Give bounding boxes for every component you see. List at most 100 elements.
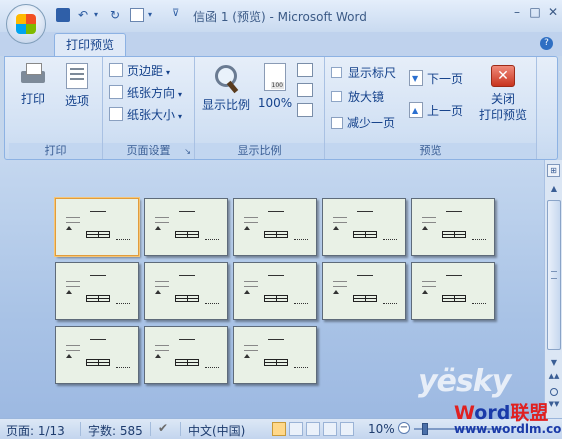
page-heading-line	[357, 275, 373, 276]
paper-size-button[interactable]: 纸张大小 ▾	[109, 105, 182, 125]
page-thumbnail[interactable]	[144, 198, 228, 256]
page-heading-line	[179, 339, 195, 340]
page-100-icon	[264, 63, 286, 91]
page-thumbnail[interactable]	[411, 262, 495, 320]
chevron-down-icon: ▾	[166, 68, 171, 77]
full-screen-reading-view-icon[interactable]	[289, 422, 303, 436]
page-thumbnail[interactable]	[144, 326, 228, 384]
previous-page-button[interactable]: ▲ 上一页	[409, 101, 463, 121]
page-thumbnail[interactable]	[144, 262, 228, 320]
page-thumbnail[interactable]	[233, 262, 317, 320]
shrink-one-page-button[interactable]: 减少一页	[331, 113, 395, 133]
tab-print-preview[interactable]: 打印预览	[54, 33, 126, 57]
maximize-button[interactable]: □	[526, 5, 544, 21]
two-pages-icon[interactable]	[297, 83, 313, 97]
page-table	[86, 295, 110, 302]
zoom-slider-handle[interactable]	[422, 423, 428, 435]
page-thumbnail[interactable]	[322, 198, 406, 256]
page-footer-line	[294, 303, 308, 304]
page-text-block	[422, 281, 436, 287]
page-table	[264, 359, 288, 366]
outline-view-icon[interactable]	[323, 422, 337, 436]
next-page-button[interactable]: ▼ 下一页	[409, 69, 463, 89]
page-width-icon[interactable]	[297, 103, 313, 117]
select-browse-object-icon[interactable]	[550, 388, 558, 396]
one-page-icon[interactable]	[297, 63, 313, 77]
page-thumbnail[interactable]	[411, 198, 495, 256]
office-button[interactable]	[6, 4, 46, 44]
close-label-line1: 关闭	[490, 92, 515, 106]
next-page-icon[interactable]: ▼▼	[547, 400, 561, 412]
page-text-block	[66, 345, 80, 351]
next-page-icon: ▼	[409, 70, 423, 86]
minimize-button[interactable]: –	[508, 5, 526, 21]
page-setup-launcher-icon[interactable]: ↘	[184, 147, 191, 156]
page-thumbnail[interactable]	[233, 326, 317, 384]
page-heading-line	[268, 275, 284, 276]
page-table	[86, 359, 110, 366]
print-preview-icon[interactable]	[130, 8, 144, 22]
options-button[interactable]: 选项	[59, 63, 95, 109]
close-button[interactable]: ✕	[544, 5, 562, 21]
page-indicator[interactable]: 页面: 1/13	[6, 422, 65, 439]
help-icon[interactable]: ?	[540, 37, 553, 50]
scroll-down-arrow[interactable]: ▼	[547, 356, 561, 370]
zoom-100-button[interactable]: 100%	[257, 63, 293, 111]
orientation-button[interactable]: 纸张方向 ▾	[109, 83, 182, 103]
customize-qat-icon[interactable]: ⊽	[172, 8, 179, 24]
page-text-block	[244, 345, 258, 351]
options-icon	[66, 63, 88, 89]
scroll-thumb[interactable]	[547, 200, 561, 350]
page-footer-line	[294, 367, 308, 368]
page-thumbnail[interactable]	[55, 326, 139, 384]
draft-view-icon[interactable]	[340, 422, 354, 436]
page-mark	[422, 226, 428, 230]
redo-icon[interactable]: ↻	[110, 8, 120, 24]
page-mark	[333, 290, 339, 294]
margins-button[interactable]: 页边距 ▾	[109, 61, 170, 81]
page-thumbnail[interactable]	[233, 198, 317, 256]
zoom-button[interactable]: 显示比例	[201, 63, 251, 113]
show-ruler-checkbox[interactable]: 显示标尺	[331, 63, 396, 83]
language-indicator[interactable]: 中文(中国)	[188, 422, 245, 439]
page-thumbnail[interactable]	[322, 262, 406, 320]
page-thumbnail[interactable]	[55, 262, 139, 320]
scroll-up-arrow[interactable]: ▲	[547, 182, 561, 196]
zoom-level[interactable]: 10%	[368, 422, 395, 436]
preview-document-area[interactable]	[0, 160, 544, 418]
print-button[interactable]: 打印	[15, 63, 51, 107]
print-layout-view-icon[interactable]	[272, 422, 286, 436]
previous-page-icon[interactable]: ▲▲	[547, 372, 561, 384]
page-mark	[66, 354, 72, 358]
page-mark	[333, 226, 339, 230]
page-heading-line	[90, 339, 106, 340]
page-heading-line	[446, 211, 462, 212]
page-table	[442, 295, 466, 302]
magnifier-checkbox[interactable]: 放大镜	[331, 87, 384, 107]
page-heading-line	[179, 211, 195, 212]
proofing-icon[interactable]: ✔	[158, 421, 174, 435]
magnifier-icon	[213, 63, 239, 93]
page-text-block	[66, 281, 80, 287]
zoom-out-icon[interactable]: −	[398, 422, 410, 434]
close-print-preview-button[interactable]: ✕ 关闭 打印预览	[475, 65, 531, 123]
page-mark	[244, 226, 250, 230]
options-label: 选项	[64, 94, 89, 108]
shrink-one-page-label: 减少一页	[347, 116, 396, 130]
vertical-scrollbar[interactable]: ⊞ ▲ ▼ ▲▲ ▼▼	[544, 160, 562, 418]
page-table	[175, 295, 199, 302]
page-heading-line	[90, 211, 106, 212]
page-thumbnail[interactable]	[55, 198, 139, 256]
print-dropdown-icon[interactable]: ▾	[148, 10, 152, 26]
window-title: 信函 1 (预览) - Microsoft Word	[193, 10, 367, 24]
view-ruler-icon[interactable]: ⊞	[547, 164, 560, 177]
page-text-block	[244, 281, 258, 287]
undo-icon[interactable]: ↶	[78, 8, 88, 24]
word-count[interactable]: 字数: 585	[88, 422, 143, 439]
undo-dropdown-icon[interactable]: ▾	[94, 10, 98, 26]
web-layout-view-icon[interactable]	[306, 422, 320, 436]
save-icon[interactable]	[56, 8, 70, 22]
margins-label: 页边距	[127, 64, 164, 78]
group-print: 打印 选项 打印	[9, 57, 103, 159]
status-separator	[180, 422, 181, 436]
